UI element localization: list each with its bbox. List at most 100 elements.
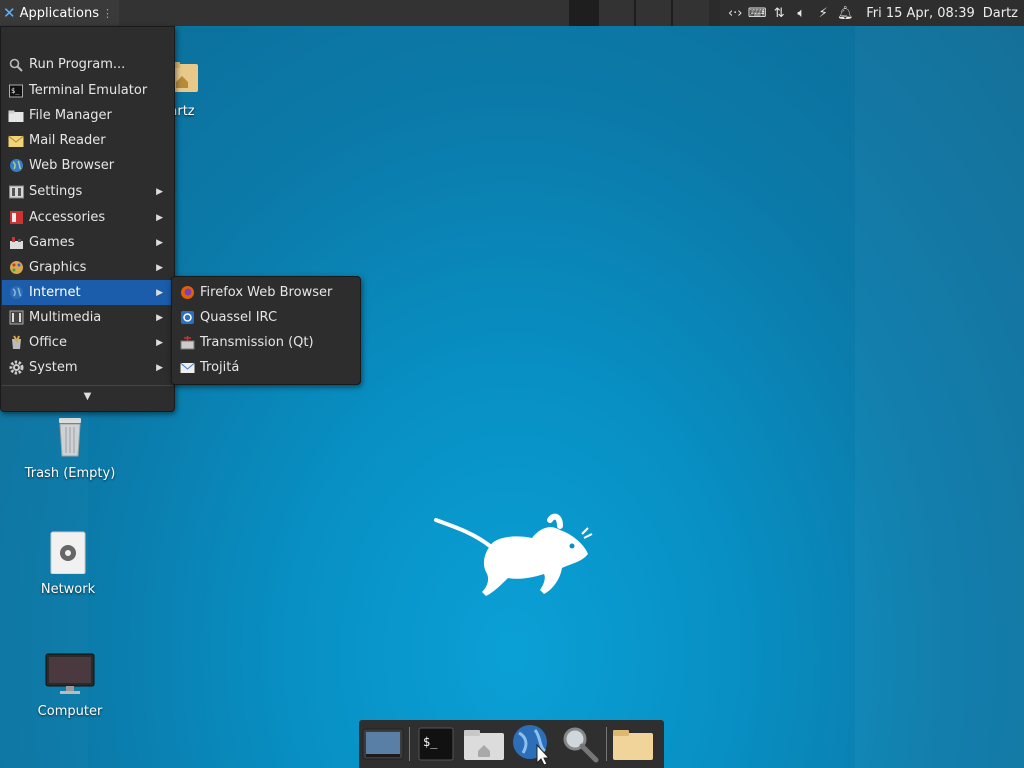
menu-item-label: Accessories: [29, 210, 106, 225]
menu-item-run-program[interactable]: Run Program...: [2, 52, 173, 77]
menu-item-mail-reader[interactable]: Mail Reader: [2, 128, 173, 153]
submenu-arrow-icon: ▶: [156, 287, 163, 298]
notification-bell-icon[interactable]: 🔔︎: [834, 6, 856, 21]
computer-desktop-icon[interactable]: Computer: [20, 652, 120, 719]
svg-text:$_: $_: [11, 87, 20, 95]
dock-home-folder[interactable]: [460, 720, 508, 768]
trojita-icon: [178, 359, 196, 377]
xfce-mouse-logo-icon: [434, 513, 593, 596]
menu-item-settings[interactable]: Settings ▶: [2, 179, 173, 204]
dock-app-finder[interactable]: [556, 720, 604, 768]
menu-item-multimedia[interactable]: Multimedia ▶: [2, 305, 173, 330]
top-panel: ✕ Applications ⋮ ‹·› ⌨ ⇅ 🔈︎ ⚡︎ 🔔︎ Fri 15…: [0, 0, 1024, 26]
workspace-2[interactable]: [599, 0, 634, 26]
dock-folder[interactable]: [609, 720, 657, 768]
network-label: Network: [40, 582, 96, 597]
home-folder-icon: [464, 730, 504, 760]
submenu-arrow-icon: ▶: [156, 312, 163, 323]
submenu-item-label: Quassel IRC: [200, 310, 278, 325]
menu-item-web-browser[interactable]: Web Browser: [2, 153, 173, 178]
menu-item-label: Internet: [29, 285, 81, 300]
dock-separator: [409, 727, 410, 761]
dock-panel: $_: [359, 720, 664, 768]
handle-icon: ⋮: [102, 6, 113, 20]
show-desktop-icon: [362, 728, 404, 760]
clock[interactable]: Fri 15 Apr, 08:39: [866, 6, 975, 21]
submenu-arrow-icon: ▶: [156, 362, 163, 373]
menu-item-label: Run Program...: [29, 57, 126, 72]
menu-item-system[interactable]: System ▶: [2, 355, 173, 380]
computer-monitor-icon: [45, 653, 95, 694]
multimedia-icon: [7, 309, 25, 327]
network-desktop-icon[interactable]: Network: [18, 530, 118, 597]
applications-menu-button[interactable]: ✕ Applications ⋮: [0, 0, 119, 26]
menu-item-file-manager[interactable]: File Manager: [2, 103, 173, 128]
dock-web-browser[interactable]: [508, 720, 556, 768]
settings-icon: [7, 183, 25, 201]
user-menu[interactable]: Dartz: [983, 6, 1018, 21]
terminal-icon: $_: [7, 82, 25, 100]
menu-item-label: Settings: [29, 184, 83, 199]
mail-icon: [7, 132, 25, 150]
menu-item-label: File Manager: [29, 108, 112, 123]
transfer-icon[interactable]: ⇅: [768, 6, 790, 21]
svg-text:$_: $_: [423, 735, 438, 749]
scroll-down-arrow-icon[interactable]: ▼: [1, 391, 174, 402]
applications-label: Applications: [19, 5, 99, 21]
submenu-item-label: Trojitá: [200, 360, 240, 375]
submenu-item-label: Transmission (Qt): [200, 335, 314, 350]
menu-item-label: Web Browser: [29, 158, 115, 173]
quassel-icon: [178, 309, 196, 327]
menu-item-label: System: [29, 360, 78, 375]
submenu-item-quassel[interactable]: Quassel IRC: [173, 305, 359, 330]
submenu-arrow-icon: ▶: [156, 237, 163, 248]
dock-show-desktop[interactable]: [359, 720, 407, 768]
submenu-item-firefox[interactable]: Firefox Web Browser: [173, 280, 359, 305]
menu-item-graphics[interactable]: Graphics ▶: [2, 255, 173, 280]
wallpaper-band: [855, 26, 1024, 768]
power-icon[interactable]: ⚡︎: [812, 6, 834, 21]
dock-terminal[interactable]: $_: [412, 720, 460, 768]
desktop[interactable]: ✕ Applications ⋮ ‹·› ⌨ ⇅ 🔈︎ ⚡︎ 🔔︎ Fri 15…: [0, 0, 1024, 768]
submenu-item-transmission[interactable]: Transmission (Qt): [173, 330, 359, 355]
internet-submenu: Firefox Web Browser Quassel IRC Transmis…: [171, 276, 361, 385]
menu-item-games[interactable]: Games ▶: [2, 230, 173, 255]
applications-menu: Run Program... $_ Terminal Emulator File…: [0, 26, 175, 412]
workspace-4[interactable]: [673, 0, 709, 26]
menu-item-office[interactable]: Office ▶: [2, 330, 173, 355]
folder-icon: [613, 730, 653, 760]
transmission-icon: [178, 334, 196, 352]
app-finder-icon: [563, 727, 599, 763]
menu-item-label: Graphics: [29, 260, 87, 275]
menu-item-label: Multimedia: [29, 310, 102, 325]
globe-icon: [7, 157, 25, 175]
keyboard-icon[interactable]: ⌨: [746, 6, 768, 21]
dock-separator: [606, 727, 607, 761]
trash-icon: [59, 418, 81, 457]
menu-item-terminal-emulator[interactable]: $_ Terminal Emulator: [2, 78, 173, 103]
menu-item-accessories[interactable]: Accessories ▶: [2, 205, 173, 230]
network-gear-icon: [50, 531, 86, 575]
games-icon: [7, 234, 25, 252]
palette-icon: [7, 259, 25, 277]
system-tray: ‹·› ⌨ ⇅ 🔈︎ ⚡︎ 🔔︎ Fri 15 Apr, 08:39 Dartz: [720, 0, 1024, 26]
menu-item-label: Office: [29, 335, 67, 350]
accessories-icon: [7, 209, 25, 227]
menu-separator: [2, 385, 173, 386]
workspace-1[interactable]: [569, 0, 599, 26]
menu-item-label: Mail Reader: [29, 133, 106, 148]
firefox-icon: [178, 284, 196, 302]
submenu-arrow-icon: ▶: [156, 186, 163, 197]
submenu-item-trojita[interactable]: Trojitá: [173, 355, 359, 380]
workspace-3[interactable]: [636, 0, 671, 26]
trash-desktop-icon[interactable]: Trash (Empty): [20, 414, 120, 481]
web-browser-icon: [513, 725, 551, 765]
volume-icon[interactable]: 🔈︎: [790, 6, 812, 21]
window-buttons-area[interactable]: [119, 0, 569, 26]
xfce-logo-icon: ✕: [3, 4, 16, 22]
globe-icon: [7, 284, 25, 302]
menu-item-internet[interactable]: Internet ▶: [2, 280, 173, 305]
network-icon[interactable]: ‹·›: [724, 6, 746, 21]
folder-icon: [7, 107, 25, 125]
trash-label: Trash (Empty): [24, 466, 116, 481]
